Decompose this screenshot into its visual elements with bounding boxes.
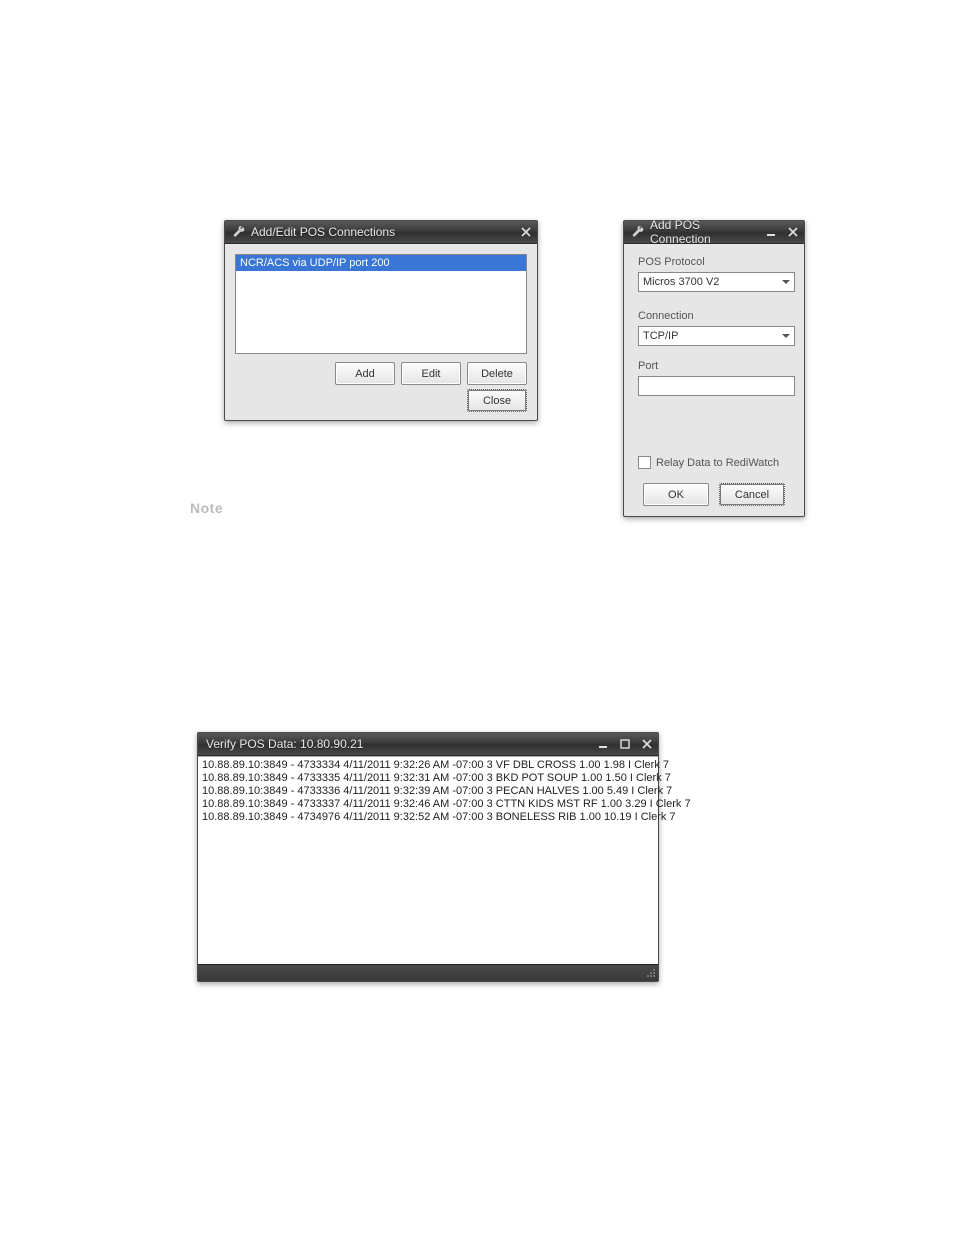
- edit-button[interactable]: Edit: [401, 362, 461, 385]
- connections-listbox[interactable]: NCR/ACS via UDP/IP port 200: [235, 254, 527, 354]
- resize-grip-icon[interactable]: [644, 966, 656, 981]
- connection-label: Connection: [638, 310, 790, 322]
- wrench-icon: [231, 224, 245, 241]
- list-item[interactable]: 10.88.89.10:3849 - 4733337 4/11/2011 9:3…: [202, 798, 654, 811]
- titlebar[interactable]: Add POS Connection: [624, 221, 804, 244]
- minimize-icon[interactable]: [596, 737, 610, 751]
- add-button[interactable]: Add: [335, 362, 395, 385]
- titlebar[interactable]: Add/Edit POS Connections: [225, 221, 537, 244]
- list-item[interactable]: 10.88.89.10:3849 - 4733334 4/11/2011 9:3…: [202, 759, 669, 771]
- relay-label: Relay Data to RediWatch: [656, 457, 779, 469]
- dialog-title: Add POS Connection: [650, 218, 758, 246]
- relay-checkbox-row[interactable]: Relay Data to RediWatch: [638, 456, 790, 469]
- close-icon[interactable]: [640, 737, 654, 751]
- pos-protocol-label: POS Protocol: [638, 256, 790, 268]
- close-icon[interactable]: [519, 225, 533, 239]
- dialog-title: Verify POS Data: 10.80.90.21: [204, 737, 590, 751]
- connection-value: TCP/IP: [643, 330, 678, 342]
- port-label: Port: [638, 360, 790, 372]
- statusbar: [198, 964, 658, 981]
- connections-list-item[interactable]: NCR/ACS via UDP/IP port 200: [236, 255, 526, 271]
- port-input[interactable]: [638, 376, 795, 396]
- close-icon[interactable]: [786, 225, 800, 239]
- cancel-button[interactable]: Cancel: [719, 483, 785, 506]
- delete-button[interactable]: Delete: [467, 362, 527, 385]
- dialog-title: Add/Edit POS Connections: [251, 225, 513, 239]
- minimize-icon[interactable]: [764, 225, 778, 239]
- pos-data-list[interactable]: 10.88.89.10:3849 - 4733334 4/11/2011 9:3…: [198, 756, 658, 964]
- connection-select[interactable]: TCP/IP: [638, 326, 795, 346]
- relay-checkbox[interactable]: [638, 456, 651, 469]
- maximize-icon[interactable]: [618, 737, 632, 751]
- add-edit-pos-connections-dialog: Add/Edit POS Connections NCR/ACS via UDP…: [224, 220, 538, 421]
- close-button[interactable]: Close: [467, 389, 527, 412]
- add-pos-connection-dialog: Add POS Connection POS Protocol Micros 3…: [623, 220, 805, 517]
- list-item[interactable]: 10.88.89.10:3849 - 4733336 4/11/2011 9:3…: [202, 785, 654, 798]
- chevron-down-icon: [778, 332, 793, 340]
- pos-protocol-select[interactable]: Micros 3700 V2: [638, 272, 795, 292]
- note-heading: Note: [190, 500, 223, 516]
- ok-button[interactable]: OK: [643, 483, 709, 506]
- titlebar[interactable]: Verify POS Data: 10.80.90.21: [198, 733, 658, 756]
- chevron-down-icon: [778, 278, 793, 286]
- list-item[interactable]: 10.88.89.10:3849 - 4734976 4/11/2011 9:3…: [202, 811, 654, 824]
- list-item[interactable]: 10.88.89.10:3849 - 4733335 4/11/2011 9:3…: [202, 772, 654, 785]
- pos-protocol-value: Micros 3700 V2: [643, 276, 719, 288]
- wrench-icon: [630, 224, 644, 241]
- verify-pos-data-dialog: Verify POS Data: 10.80.90.21 10.88.89.10…: [197, 732, 659, 982]
